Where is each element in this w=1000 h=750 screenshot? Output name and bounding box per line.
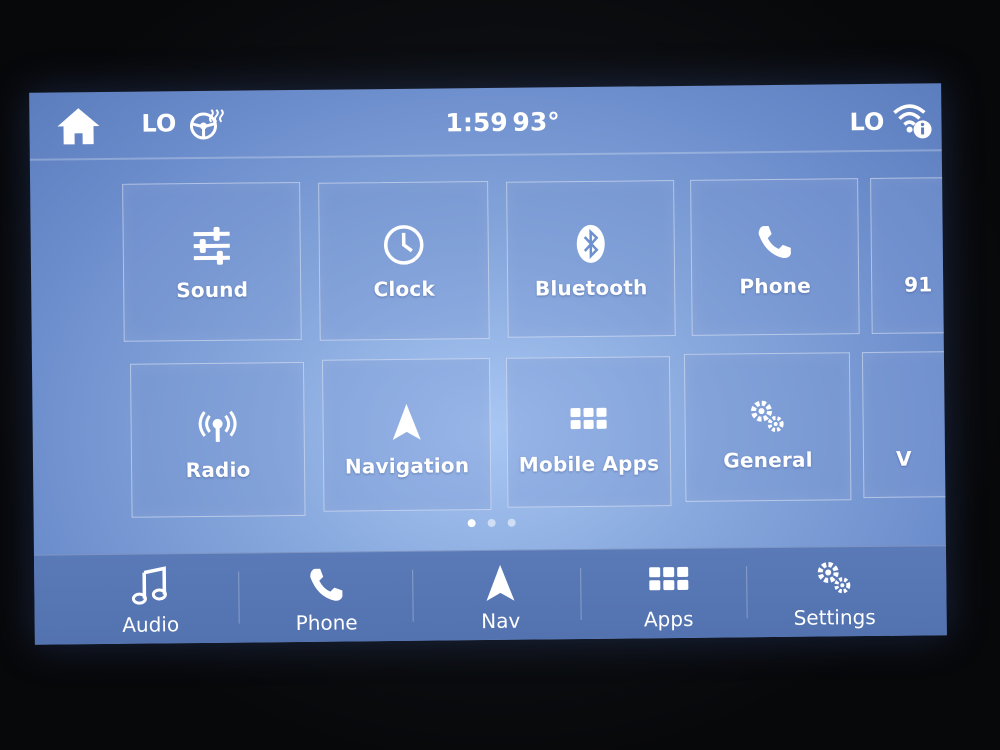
tile-label: Bluetooth — [534, 275, 648, 301]
tile-mobile-apps[interactable]: Mobile Apps — [505, 356, 672, 508]
bluetooth-icon — [576, 224, 605, 263]
phone-icon — [758, 226, 791, 259]
nav-label: Nav — [481, 608, 521, 634]
navigation-arrow-icon — [392, 403, 421, 441]
tile-label: Phone — [739, 273, 812, 299]
heated-wheel-level: LO — [141, 109, 177, 138]
tile-partial-v[interactable]: V — [861, 351, 947, 499]
heated-steering-wheel-icon[interactable] — [187, 107, 225, 141]
nav-label: Audio — [122, 612, 180, 637]
home-icon[interactable] — [55, 106, 101, 146]
tile-bluetooth[interactable]: Bluetooth — [506, 180, 676, 338]
tile-phone[interactable]: Phone — [690, 178, 860, 336]
nav-settings[interactable]: Settings — [748, 546, 921, 638]
tile-partial-911[interactable]: 91 — [870, 176, 947, 334]
right-level: LO — [849, 107, 885, 137]
phone-icon — [310, 568, 343, 601]
wifi-info-icon[interactable] — [891, 99, 933, 141]
grid-icon — [649, 566, 689, 591]
bottom-nav-bar: Audio Phone Nav Apps Settings — [33, 545, 947, 645]
nav-phone[interactable]: Phone — [240, 552, 413, 644]
status-divider — [29, 149, 942, 161]
tile-navigation[interactable]: Navigation — [321, 357, 492, 512]
nav-audio[interactable]: Audio — [64, 554, 237, 645]
nav-label: Settings — [793, 604, 876, 630]
gears-icon — [817, 561, 851, 594]
grid-icon — [570, 407, 607, 430]
tile-radio[interactable]: Radio — [129, 361, 306, 518]
radio-icon — [198, 410, 237, 442]
outside-temperature: 93° — [512, 107, 560, 137]
tile-clock[interactable]: Clock — [318, 180, 490, 341]
page-dot-3[interactable] — [507, 518, 516, 527]
tile-label: General — [723, 447, 813, 473]
nav-label: Apps — [643, 606, 694, 632]
tile-label: V — [895, 446, 912, 471]
infotainment-screen: LO 1:59 93° LO Sound Clock Bluetooth Pho… — [29, 83, 947, 645]
clock-time: 1:59 — [445, 107, 508, 138]
music-note-icon — [131, 566, 167, 605]
navigation-arrow-icon — [486, 564, 515, 602]
page-indicator — [467, 512, 528, 528]
gears-icon — [751, 400, 784, 432]
sliders-icon — [193, 226, 230, 265]
clock-icon — [383, 225, 424, 265]
nav-label: Phone — [295, 610, 358, 636]
tile-label: Clock — [373, 276, 436, 302]
tile-sound[interactable]: Sound — [122, 181, 302, 342]
page-dot-1[interactable] — [467, 519, 476, 528]
page-dot-2[interactable] — [487, 518, 496, 528]
tile-general[interactable]: General — [683, 352, 852, 502]
tile-label: Mobile Apps — [518, 451, 660, 477]
nav-apps[interactable]: Apps — [582, 548, 755, 640]
tile-label: Radio — [185, 457, 251, 483]
tile-label: Sound — [176, 277, 249, 303]
tile-label: 91 — [904, 272, 933, 297]
status-bar: LO 1:59 93° LO — [29, 83, 942, 161]
nav-nav[interactable]: Nav — [414, 550, 587, 642]
tile-label: Navigation — [344, 453, 470, 479]
